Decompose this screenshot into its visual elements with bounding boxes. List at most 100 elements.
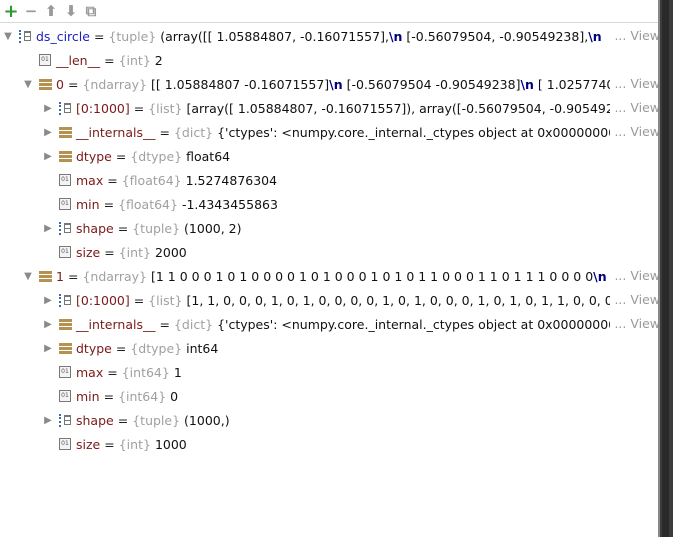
tree-row[interactable]: ▼ 1 = {ndarray} [1 1 0 0 0 1 0 1 0 0 0 0 1 0… xyxy=(0,264,660,288)
tree-row[interactable]: ▶ [0:1000] = {list} [1, 1, 0, 0, 0, 1, 0, 1… xyxy=(0,288,660,312)
variable-value: 0 xyxy=(170,389,660,404)
expand-arrow-right-icon[interactable]: ▶ xyxy=(42,151,54,162)
expand-arrow-right-icon[interactable]: ▶ xyxy=(42,127,54,138)
scrollbar[interactable] xyxy=(658,0,673,537)
variable-value: 1000 xyxy=(155,437,660,452)
primitive-icon: 01 xyxy=(58,365,72,379)
tree-row[interactable]: 01 size = {int} 2000 xyxy=(0,240,660,264)
variable-type: {tuple} xyxy=(108,28,157,44)
equals-sign: = xyxy=(67,76,79,92)
variable-type: {int} xyxy=(118,244,151,260)
variable-name: 0 xyxy=(56,76,64,92)
expand-arrow-right-icon[interactable]: ▶ xyxy=(42,415,54,426)
variable-type: {dict} xyxy=(173,124,214,140)
value-text: [array([ 1.05884807, -0.16071557]), arra… xyxy=(186,100,635,116)
icon-glyph xyxy=(58,126,72,138)
expand-arrow-right-icon[interactable]: ▶ xyxy=(42,223,54,234)
tree-row[interactable]: 01 __len__ = {int} 2 xyxy=(0,48,660,72)
variable-type: {ndarray} xyxy=(82,268,147,284)
tree-row[interactable]: 01 size = {int} 1000 xyxy=(0,432,660,456)
variable-type: {float64} xyxy=(118,196,178,212)
view-link[interactable]: ... View xyxy=(610,264,660,288)
expand-arrow-down-icon[interactable]: ▼ xyxy=(22,79,34,90)
value-text: [[ 1.05884807 -0.16071557] xyxy=(150,76,330,92)
view-link[interactable]: ... View xyxy=(610,288,660,312)
array-icon xyxy=(38,77,52,91)
view-link[interactable]: ... View xyxy=(610,24,660,48)
icon-glyph xyxy=(58,150,72,162)
variable-name: min xyxy=(76,196,100,212)
variable-value: int64 xyxy=(186,341,660,356)
expand-arrow-right-icon[interactable]: ▶ xyxy=(42,103,54,114)
array-icon xyxy=(58,341,72,355)
icon-glyph: 01 xyxy=(39,54,51,66)
variables-tree: ▼ ds_circle = {tuple} (array([[ 1.05884807, … xyxy=(0,24,660,456)
copy-button[interactable]: ⧉ xyxy=(84,2,98,20)
list-icon xyxy=(18,29,32,43)
equals-sign: = xyxy=(159,124,170,140)
variable-type: {tuple} xyxy=(132,412,181,428)
move-down-button[interactable]: ⬇ xyxy=(64,2,78,20)
icon-glyph: 01 xyxy=(59,198,71,210)
variable-name: __internals__ xyxy=(76,124,156,140)
variable-type: {float64} xyxy=(121,172,182,188)
variable-type: {int64} xyxy=(118,388,167,404)
newline-escape: \n xyxy=(520,76,534,92)
variable-name: min xyxy=(76,388,100,404)
expand-arrow-right-icon[interactable]: ▶ xyxy=(42,319,54,330)
icon-glyph: 01 xyxy=(59,366,71,378)
array-icon xyxy=(58,317,72,331)
variable-type: {list} xyxy=(148,100,183,116)
variable-type: {tuple} xyxy=(132,220,181,236)
tree-row[interactable]: ▶ __internals__ = {dict} {'ctypes': <numpy.c… xyxy=(0,120,660,144)
value-text: 1.5274876304 xyxy=(185,172,278,188)
tree-row[interactable]: ▼ ds_circle = {tuple} (array([[ 1.05884807, … xyxy=(0,24,660,48)
equals-sign: = xyxy=(104,244,115,260)
tree-row[interactable]: 01 max = {int64} 1 xyxy=(0,360,660,384)
add-watch-button[interactable]: + xyxy=(3,1,18,22)
tree-row[interactable]: ▶ dtype = {dtype} float64 xyxy=(0,144,660,168)
list-icon xyxy=(58,293,72,307)
expand-arrow-right-icon[interactable]: ▶ xyxy=(42,295,54,306)
variable-name: dtype xyxy=(76,148,112,164)
value-text: int64 xyxy=(186,340,219,356)
tree-row[interactable]: ▶ dtype = {dtype} int64 xyxy=(0,336,660,360)
variable-value: {'ctypes': <numpy.core._internal._ctypes… xyxy=(217,317,660,332)
equals-sign: = xyxy=(104,436,115,452)
variable-name: shape xyxy=(76,412,114,428)
value-text: [-0.56079504 -0.90549238] xyxy=(342,76,521,92)
move-up-button[interactable]: ⬆ xyxy=(44,2,58,20)
view-link[interactable]: ... View xyxy=(610,72,660,96)
scrollbar-thumb[interactable] xyxy=(662,0,669,537)
expand-arrow-right-icon[interactable]: ▶ xyxy=(42,343,54,354)
expand-arrow-down-icon[interactable]: ▼ xyxy=(22,271,34,282)
variable-name: __internals__ xyxy=(76,316,156,332)
view-link[interactable]: ... View xyxy=(610,120,660,144)
variable-value: {'ctypes': <numpy.core._internal._ctypes… xyxy=(217,125,660,140)
tree-row[interactable]: ▶ __internals__ = {dict} {'ctypes': <numpy.c… xyxy=(0,312,660,336)
remove-watch-button[interactable]: − xyxy=(24,2,38,20)
list-icon xyxy=(58,221,72,235)
view-link[interactable]: ... View xyxy=(610,312,660,336)
tree-row[interactable]: 01 min = {float64} -1.4343455863 xyxy=(0,192,660,216)
variable-value: [1 1 0 0 0 1 0 1 0 0 0 0 1 0 1 0 0 0 1 0… xyxy=(151,269,660,284)
expand-arrow-down-icon[interactable]: ▼ xyxy=(2,31,14,42)
variable-name: size xyxy=(76,436,101,452)
variable-value: (array([[ 1.05884807, -0.16071557],\n [-… xyxy=(160,29,660,44)
equals-sign: = xyxy=(93,28,105,44)
variable-type: {list} xyxy=(148,292,183,308)
equals-sign: = xyxy=(103,388,115,404)
tree-row[interactable]: 01 max = {float64} 1.5274876304 xyxy=(0,168,660,192)
view-link[interactable]: ... View xyxy=(610,96,660,120)
value-text: [1 1 0 0 0 1 0 1 0 0 0 0 1 0 1 0 0 0 1 0… xyxy=(150,268,594,284)
value-text: {'ctypes': <numpy.core._internal._ctypes… xyxy=(217,316,650,332)
tree-row[interactable]: ▶ shape = {tuple} (1000,) xyxy=(0,408,660,432)
tree-row[interactable]: ▼ 0 = {ndarray}[[ 1.05884807 -0.16071557]\n… xyxy=(0,72,660,96)
tree-row[interactable]: ▶ shape = {tuple} (1000, 2) xyxy=(0,216,660,240)
array-icon xyxy=(58,149,72,163)
primitive-icon: 01 xyxy=(58,245,72,259)
variable-value: -1.4343455863 xyxy=(182,197,660,212)
tree-row[interactable]: 01 min = {int64} 0 xyxy=(0,384,660,408)
variable-name: __len__ xyxy=(56,52,101,68)
tree-row[interactable]: ▶ [0:1000] = {list} [array([ 1.05884807, -0… xyxy=(0,96,660,120)
